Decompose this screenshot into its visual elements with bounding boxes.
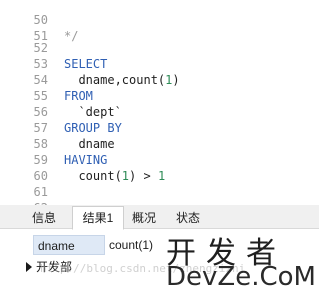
code-line: 59 count(1) > 1 — [0, 136, 166, 183]
code-line: 56 GROUP BY — [0, 88, 122, 135]
tab-info[interactable]: 信息 — [24, 207, 64, 229]
code-line: 52 SELECT — [0, 24, 108, 71]
column-header-dname[interactable]: dname — [33, 235, 105, 255]
code-line: 55 `dept` — [0, 72, 122, 119]
keyword-having: HAVING — [64, 153, 108, 167]
column-header-count[interactable]: count(1) — [105, 235, 165, 255]
code-line: 61 — [0, 168, 48, 199]
tab-profile[interactable]: 概况 — [124, 207, 164, 229]
keyword-select: SELECT — [64, 57, 108, 71]
keyword-from: FROM — [64, 89, 93, 103]
current-row-arrow-icon — [26, 262, 32, 272]
having-condition: count(1) > 1 — [64, 169, 166, 183]
table-name: `dept` — [64, 105, 122, 119]
result-tabs: 信息 结果1 概况 状态 — [0, 205, 319, 230]
tab-status[interactable]: 状态 — [168, 207, 208, 229]
code-line: 62 — [0, 184, 48, 205]
result-grid[interactable]: dname count(1) 开发部 — [0, 230, 319, 297]
keyword-group-by: GROUP BY — [64, 121, 122, 135]
code-line: 58 HAVING — [0, 120, 108, 167]
comment-end: */ — [64, 29, 79, 43]
sql-editor[interactable]: 50 */ 51 52 SELECT 53 dname,count(1) 54 … — [0, 0, 319, 205]
code-line: 60 — [0, 152, 48, 183]
code-line: 57 dname — [0, 104, 115, 151]
group-column: dname — [64, 137, 115, 151]
code-line: 53 dname,count(1) — [0, 40, 180, 87]
select-columns: dname,count(1) — [64, 73, 180, 87]
tab-result-1[interactable]: 结果1 — [72, 206, 124, 230]
cell-dname[interactable]: 开发部 — [36, 257, 72, 277]
code-text: */ — [64, 28, 78, 44]
code-line: 50 */ — [0, 0, 79, 43]
code-line: 54 FROM — [0, 56, 93, 103]
